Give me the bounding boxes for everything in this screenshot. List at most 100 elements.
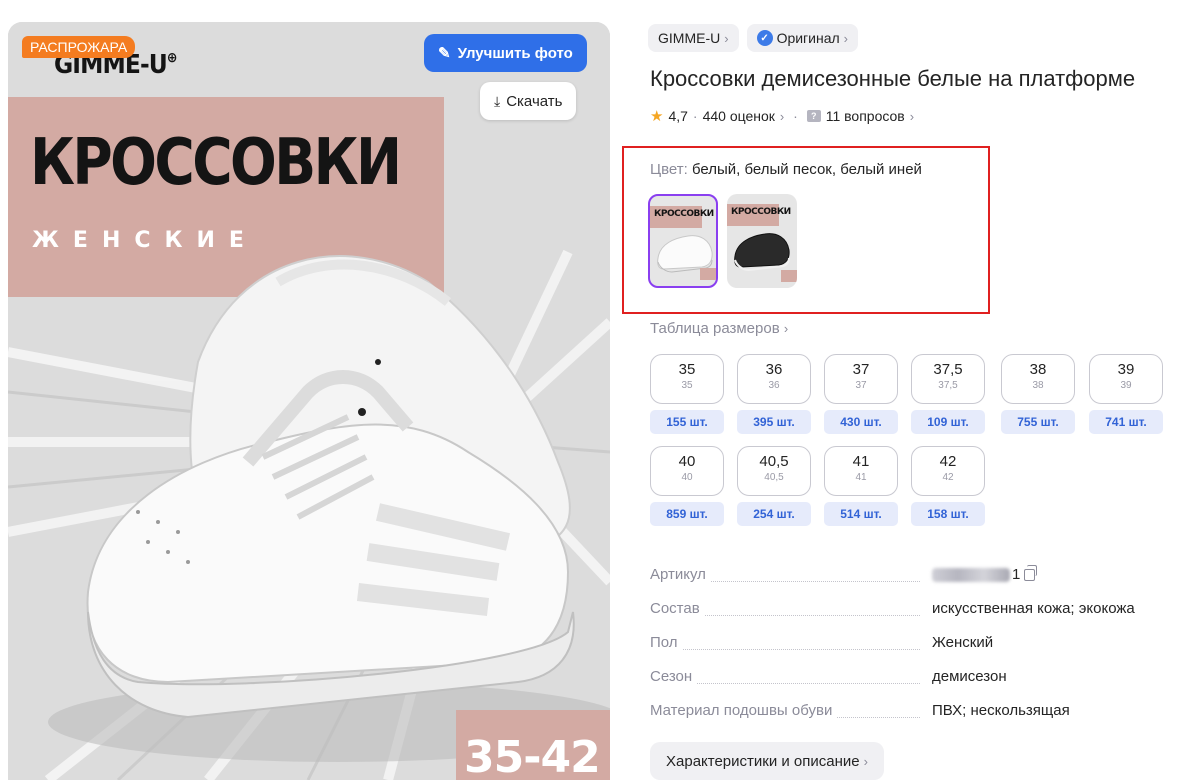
rating-value: 4,7	[668, 108, 688, 124]
size-stock: 254 шт.	[737, 502, 811, 526]
size-value: 37	[852, 361, 870, 378]
size-stock: 755 шт.	[1001, 410, 1075, 434]
spec-row-article: Артикул 1	[650, 565, 1170, 588]
spec-row-composition: Состав искусственная кожа; экокожа	[650, 600, 1170, 622]
article-suffix: 1	[1012, 566, 1021, 583]
size-value: 35	[678, 361, 696, 378]
size-option[interactable]: 36 36 395 шт.	[737, 354, 811, 434]
spec-value: Женский	[932, 634, 994, 651]
size-stock: 741 шт.	[1089, 410, 1163, 434]
download-button[interactable]: ⤓ Скачать	[480, 82, 577, 120]
description-button-label: Характеристики и описание	[666, 752, 860, 770]
size-option[interactable]: 40 40 859 шт.	[650, 446, 724, 526]
color-label: Цвет: белый, белый песок, белый иней	[650, 161, 922, 178]
size-option[interactable]: 42 42 158 шт.	[911, 446, 985, 526]
rating-row: ★ 4,7 · 440 оценок › · ? 11 вопросов ›	[650, 107, 914, 125]
size-option[interactable]: 38 38 755 шт.	[1001, 354, 1075, 434]
product-title: Кроссовки демисезонные белые на платформ…	[650, 66, 1136, 91]
size-table-label: Таблица размеров	[650, 320, 780, 337]
improve-photo-button[interactable]: ✎ Улучшить фото	[424, 34, 587, 72]
spec-row-season: Сезон демисезон	[650, 668, 1170, 690]
star-icon: ★	[650, 108, 664, 125]
questions-link[interactable]: 11 вопросов	[826, 108, 905, 124]
sneaker-illustration	[86, 255, 575, 719]
spec-value: искусственная кожа; экокожа	[932, 600, 1135, 617]
brand-chip[interactable]: GIMME-U ›	[648, 24, 739, 52]
separator-dot: ·	[692, 108, 698, 124]
size-ru: 42	[942, 472, 954, 483]
chevron-right-icon: ›	[843, 30, 849, 46]
size-option[interactable]: 37 37 430 шт.	[824, 354, 898, 434]
image-subhead: ЖЕНСКИЕ	[32, 228, 258, 253]
size-value: 40,5	[759, 453, 789, 470]
chevron-right-icon: ›	[783, 321, 789, 336]
copy-icon[interactable]	[1024, 565, 1038, 582]
blurred-article-number	[932, 568, 1010, 583]
size-stock: 109 шт.	[911, 410, 985, 434]
chevron-right-icon: ›	[724, 30, 729, 46]
spec-value: демисезон	[932, 668, 1007, 685]
size-value: 39	[1117, 361, 1135, 378]
spec-key: Материал подошвы обуви	[650, 702, 837, 719]
size-ru: 35	[681, 380, 693, 391]
size-stock: 158 шт.	[911, 502, 985, 526]
size-option[interactable]: 37,5 37,5 109 шт.	[911, 354, 985, 434]
size-ru: 37	[855, 380, 867, 391]
size-table-link[interactable]: Таблица размеров ›	[650, 320, 788, 337]
spec-key: Сезон	[650, 668, 697, 685]
size-ru: 38	[1032, 380, 1044, 391]
spec-row-sole: Материал подошвы обуви ПВХ; нескользящая	[650, 702, 1170, 724]
original-chip[interactable]: ✓ Оригинал ›	[746, 24, 859, 52]
size-value: 41	[852, 453, 870, 470]
size-stock: 859 шт.	[650, 502, 724, 526]
sale-badge: РАСПРОЖАРА	[22, 36, 136, 58]
size-ru: 40,5	[764, 472, 784, 483]
size-ru: 37,5	[938, 380, 958, 391]
brand-chip-label: GIMME-U	[658, 30, 721, 46]
size-value: 36	[765, 361, 783, 378]
spec-key: Пол	[650, 634, 682, 651]
color-thumb-white[interactable]: КРОССОВКИ	[648, 194, 718, 288]
brand-logo-mark: ⊕	[166, 50, 178, 66]
pencil-icon: ✎	[438, 45, 451, 62]
size-value: 37,5	[933, 361, 963, 378]
verified-check-icon: ✓	[756, 30, 773, 46]
chevron-right-icon: ›	[779, 108, 785, 124]
size-option[interactable]: 39 39 741 шт.	[1089, 354, 1163, 434]
question-icon: ?	[806, 110, 821, 122]
size-option[interactable]: 41 41 514 шт.	[824, 446, 898, 526]
size-value: 42	[939, 453, 957, 470]
separator-dot: ·	[789, 108, 802, 124]
size-stock: 514 шт.	[824, 502, 898, 526]
chevron-right-icon: ›	[863, 753, 868, 769]
size-stock: 395 шт.	[737, 410, 811, 434]
download-icon: ⤓	[494, 92, 501, 109]
size-value: 38	[1029, 361, 1047, 378]
size-stock: 430 шт.	[824, 410, 898, 434]
color-label-key: Цвет:	[650, 161, 688, 178]
color-thumb-black[interactable]: КРОССОВКИ	[727, 194, 797, 288]
chevron-right-icon: ›	[909, 108, 915, 124]
size-stock: 155 шт.	[650, 410, 724, 434]
brand-chips: GIMME-U › ✓ Оригинал ›	[648, 24, 859, 52]
thumb-corner	[781, 270, 797, 282]
size-option[interactable]: 35 35 155 шт.	[650, 354, 724, 434]
size-option[interactable]: 40,5 40,5 254 шт.	[737, 446, 811, 526]
size-value: 40	[678, 453, 696, 470]
original-chip-label: Оригинал	[776, 30, 840, 46]
spec-value: 1	[932, 565, 1038, 583]
size-ru: 41	[855, 472, 867, 483]
ratings-count-link[interactable]: 440 оценок	[703, 108, 775, 124]
spec-value: ПВХ; нескользящая	[932, 702, 1070, 719]
size-ru: 36	[768, 380, 780, 391]
dotted-leader	[650, 649, 920, 650]
spec-row-gender: Пол Женский	[650, 634, 1170, 656]
spec-key: Артикул	[650, 566, 710, 583]
description-button[interactable]: Характеристики и описание ›	[650, 742, 884, 780]
color-label-value: белый, белый песок, белый иней	[691, 161, 922, 178]
image-size-range: 35-42	[464, 732, 601, 780]
download-label: Скачать	[506, 92, 563, 110]
size-ru: 39	[1120, 380, 1132, 391]
spec-key: Состав	[650, 600, 704, 617]
product-main-image[interactable]: КРОССОВКИ ЖЕНСКИЕ 35-42 GIMME-U⊕ РАСПРОЖ…	[8, 22, 610, 780]
